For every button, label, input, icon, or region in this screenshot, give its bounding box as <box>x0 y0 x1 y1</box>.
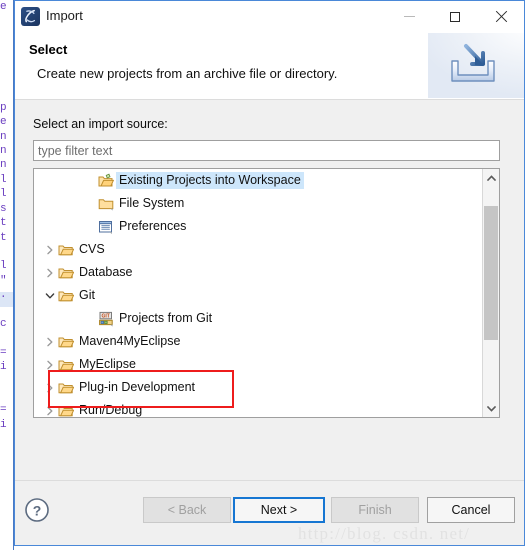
search-input[interactable] <box>33 140 500 161</box>
svg-text:GIT: GIT <box>102 313 110 319</box>
category-folder-icon <box>58 357 75 373</box>
tree-item-label: MyEclipse <box>79 357 136 371</box>
category-folder-icon <box>58 288 75 304</box>
svg-text:?: ? <box>33 503 42 519</box>
tree-item-label: Projects from Git <box>119 311 213 325</box>
chevron-right-icon[interactable] <box>44 336 56 348</box>
tree-item-database[interactable]: Database <box>34 261 483 284</box>
tree-item-label: Plug-in Development <box>79 380 196 394</box>
cancel-button[interactable]: Cancel <box>427 497 515 523</box>
chevron-right-icon[interactable] <box>44 267 56 279</box>
tree-item-preferences[interactable]: Preferences <box>34 215 483 238</box>
chevron-down-icon[interactable] <box>483 400 499 417</box>
myeclipse-logo-icon <box>21 7 40 26</box>
category-folder-icon <box>58 265 75 281</box>
import-source-label: Select an import source: <box>33 117 168 131</box>
finish-button[interactable]: Finish <box>331 497 419 523</box>
category-folder-icon <box>58 380 75 396</box>
wizard-body: Select an import source: Existing Projec… <box>15 100 524 480</box>
import-dialog: Import Select Create new projects from a… <box>14 0 525 546</box>
tree-item-label: Existing Projects into Workspace <box>116 172 304 189</box>
help-question-icon[interactable]: ? <box>24 497 50 523</box>
page-description: Create new projects from an archive file… <box>37 66 338 81</box>
close-icon[interactable] <box>478 1 524 32</box>
tree-item-run-debug[interactable]: Run/Debug <box>34 399 483 417</box>
dialog-titlebar: Import <box>15 1 524 33</box>
tree-item-maven4myeclipse[interactable]: Maven4MyEclipse <box>34 330 483 353</box>
tree-item-projects-from-git[interactable]: GIT Projects from Git <box>34 307 483 330</box>
tree-item-cvs[interactable]: CVS <box>34 238 483 261</box>
category-folder-icon <box>58 334 75 350</box>
tree-item-git[interactable]: Git <box>34 284 483 307</box>
tree-item-label: CVS <box>79 242 105 256</box>
tree-item-label: Preferences <box>119 219 187 233</box>
back-button[interactable]: < Back <box>143 497 231 523</box>
category-folder-icon <box>58 242 75 258</box>
folder-icon <box>98 196 114 212</box>
category-folder-icon <box>58 403 75 418</box>
chevron-right-icon[interactable] <box>44 244 56 256</box>
tree-item-myeclipse[interactable]: MyEclipse <box>34 353 483 376</box>
tree-item-label: Database <box>79 265 133 279</box>
chevron-right-icon[interactable] <box>44 405 56 417</box>
git-projects-icon: GIT <box>98 311 114 327</box>
import-wizard-icon <box>428 33 524 98</box>
next-button[interactable]: Next > <box>233 497 325 523</box>
tree-item-label: Maven4MyEclipse <box>79 334 181 348</box>
wizard-header: Select Create new projects from an archi… <box>15 33 524 100</box>
tree-item-label: Git <box>79 288 95 302</box>
chevron-right-icon[interactable] <box>44 359 56 371</box>
dialog-title: Import <box>46 8 83 23</box>
background-code-text: e p e n n n l l s t t l " . c = i = i <box>0 1 7 431</box>
wizard-footer: ? < Back Next > Finish Cancel <box>15 480 524 545</box>
tree-item-existing-projects-into-workspace[interactable]: Existing Projects into Workspace <box>34 169 483 192</box>
tree-item-file-system[interactable]: File System <box>34 192 483 215</box>
tree-rows-container: Existing Projects into Workspace File Sys… <box>34 169 483 417</box>
preferences-icon <box>98 219 114 235</box>
scrollbar-thumb[interactable] <box>484 206 498 340</box>
open-folder-project-icon <box>98 173 115 189</box>
minimize-icon[interactable] <box>386 1 432 32</box>
tree-vertical-scrollbar[interactable] <box>482 169 499 417</box>
tree-item-label: Run/Debug <box>79 403 143 417</box>
page-title: Select <box>29 42 68 57</box>
maximize-icon[interactable] <box>432 1 478 32</box>
chevron-right-icon[interactable] <box>44 382 56 394</box>
tree-item-plug-in-development[interactable]: Plug-in Development <box>34 376 483 399</box>
import-source-tree[interactable]: Existing Projects into Workspace File Sys… <box>33 168 500 418</box>
tree-item-label: File System <box>119 196 185 210</box>
chevron-down-icon[interactable] <box>44 290 56 302</box>
chevron-up-icon[interactable] <box>483 169 499 186</box>
